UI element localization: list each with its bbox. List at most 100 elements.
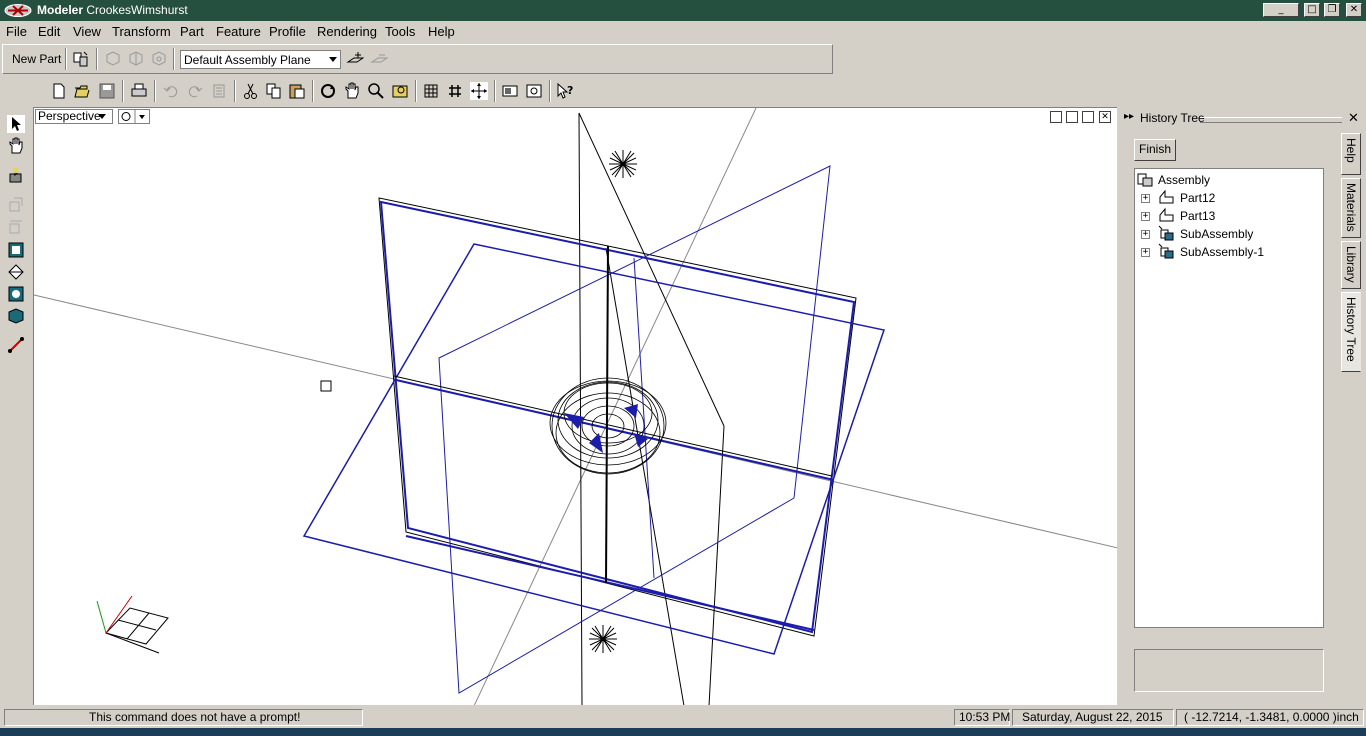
- insert-part-icon[interactable]: [72, 50, 90, 68]
- select-arrow-icon[interactable]: [7, 115, 25, 133]
- tree-expand-button[interactable]: +: [1141, 194, 1150, 203]
- tab-history-tree[interactable]: History Tree: [1341, 292, 1361, 372]
- close-window-button[interactable]: ✕: [1346, 3, 1362, 17]
- property-info-box: [1134, 649, 1324, 692]
- toolbar-separator: [173, 48, 175, 70]
- tab-materials[interactable]: Materials: [1341, 178, 1361, 238]
- history-panel-close[interactable]: ✕: [1348, 110, 1359, 126]
- part-pattern-icon[interactable]: [150, 50, 168, 68]
- print-icon[interactable]: [130, 82, 148, 100]
- pan-hand-icon[interactable]: [343, 82, 361, 100]
- remove-plane-icon[interactable]: [370, 50, 388, 68]
- subassembly-icon: [1158, 243, 1174, 259]
- tree-expand-button[interactable]: +: [1141, 212, 1150, 221]
- title-bar: [0, 0, 1366, 21]
- part-icon: [1159, 207, 1174, 222]
- tab-library[interactable]: Library: [1341, 241, 1361, 289]
- copy-icon[interactable]: [265, 82, 283, 100]
- new-file-icon[interactable]: [50, 82, 68, 100]
- axis-constraint-icon[interactable]: [7, 285, 25, 303]
- minimize-button[interactable]: _: [1263, 3, 1299, 17]
- menu-rendering[interactable]: Rendering: [317, 24, 377, 39]
- paste-icon[interactable]: [288, 82, 306, 100]
- context-help-icon[interactable]: ?: [556, 82, 574, 100]
- history-tree-title: History Tree: [1140, 111, 1205, 125]
- open-folder-icon[interactable]: [74, 82, 92, 100]
- new-part-button[interactable]: New Part: [12, 52, 61, 66]
- toolbar-separator: [65, 48, 67, 70]
- snap-grid-icon[interactable]: [446, 82, 464, 100]
- toolbar-separator: [494, 80, 496, 102]
- status-time: 10:53 PM: [954, 709, 1010, 726]
- add-plane-icon[interactable]: [346, 50, 364, 68]
- crosshair-icon[interactable]: [470, 82, 488, 100]
- save-icon[interactable]: [98, 82, 116, 100]
- view-mode-select[interactable]: Perspective: [35, 109, 113, 124]
- history-list-icon[interactable]: [210, 82, 228, 100]
- toolbar-separator: [122, 80, 124, 102]
- menu-transform[interactable]: Transform: [112, 24, 171, 39]
- maximize-button[interactable]: ❐: [1324, 3, 1340, 17]
- zoom-icon[interactable]: [367, 82, 385, 100]
- tree-expand-button[interactable]: +: [1141, 248, 1150, 257]
- app-logo-icon: [4, 4, 32, 17]
- svg-text:?: ?: [567, 84, 573, 97]
- fit-view-icon[interactable]: [391, 82, 409, 100]
- history-tree[interactable]: Assembly + Part12 + Part13 + SubAssembly…: [1134, 168, 1324, 628]
- solid-constraint-icon[interactable]: [7, 307, 25, 325]
- menu-view[interactable]: View: [73, 24, 101, 39]
- mate-part-icon[interactable]: [7, 218, 25, 236]
- window-title: Modeler CrookesWimshurst: [37, 3, 188, 17]
- menu-profile[interactable]: Profile: [269, 24, 306, 39]
- viewport-maximize-button[interactable]: [1082, 111, 1094, 123]
- subassembly-icon: [1158, 225, 1174, 241]
- orbit-mode-select[interactable]: [118, 109, 150, 124]
- menu-file[interactable]: File: [6, 24, 27, 39]
- menu-edit[interactable]: Edit: [38, 24, 60, 39]
- hand-tool-icon[interactable]: [7, 137, 25, 155]
- move-part-icon[interactable]: [7, 166, 25, 184]
- rotate-view-icon[interactable]: [319, 82, 337, 100]
- menu-help[interactable]: Help: [428, 24, 455, 39]
- align-part-icon[interactable]: [7, 196, 25, 214]
- undo-icon[interactable]: [162, 82, 180, 100]
- tree-item-subassembly[interactable]: SubAssembly: [1180, 227, 1253, 241]
- tab-help[interactable]: Help: [1341, 133, 1361, 175]
- edge-constraint-icon[interactable]: [7, 263, 25, 281]
- assembly-plane-select[interactable]: Default Assembly Plane: [180, 50, 341, 69]
- viewport-minimize-button[interactable]: [1050, 111, 1062, 123]
- os-taskbar: [0, 728, 1366, 736]
- toolbar-separator: [234, 80, 236, 102]
- status-date: Saturday, August 22, 2015: [1012, 709, 1174, 726]
- camera-icon[interactable]: [525, 82, 543, 100]
- toolbar-separator: [415, 80, 417, 102]
- menu-feature[interactable]: Feature: [216, 24, 261, 39]
- part-mirror-icon[interactable]: [127, 50, 145, 68]
- viewport-tile-button[interactable]: [1066, 111, 1078, 123]
- redo-icon[interactable]: [186, 82, 204, 100]
- panel-collapse-button[interactable]: ▸▸: [1124, 111, 1134, 122]
- tree-item-part13[interactable]: Part13: [1180, 209, 1215, 223]
- 3d-viewport[interactable]: [33, 107, 1117, 705]
- part-copy-icon[interactable]: [104, 50, 122, 68]
- cut-icon[interactable]: [242, 82, 260, 100]
- tree-item-subassembly-1[interactable]: SubAssembly-1: [1180, 245, 1264, 259]
- render-options-icon[interactable]: [501, 82, 519, 100]
- tree-expand-button[interactable]: +: [1141, 230, 1150, 239]
- menu-bar: File Edit View Transform Part Feature Pr…: [0, 21, 1366, 41]
- assembly-wireframe: [34, 108, 1117, 705]
- tree-item-assembly[interactable]: Assembly: [1158, 173, 1210, 187]
- restore-button[interactable]: □: [1304, 3, 1320, 17]
- status-prompt: This command does not have a prompt!: [4, 709, 363, 726]
- tree-item-part12[interactable]: Part12: [1180, 191, 1215, 205]
- measure-line-icon[interactable]: [7, 336, 25, 354]
- finish-button[interactable]: Finish: [1134, 139, 1176, 161]
- panel-grip[interactable]: [1200, 117, 1342, 123]
- assembly-icon: [1137, 173, 1153, 187]
- menu-tools[interactable]: Tools: [385, 24, 415, 39]
- menu-part[interactable]: Part: [180, 24, 204, 39]
- status-coordinates: ( -12.7214, -1.3481, 0.0000 )inch: [1176, 709, 1364, 726]
- face-constraint-icon[interactable]: [7, 241, 25, 259]
- grid-icon[interactable]: [422, 82, 440, 100]
- viewport-close-button[interactable]: ✕: [1099, 111, 1111, 123]
